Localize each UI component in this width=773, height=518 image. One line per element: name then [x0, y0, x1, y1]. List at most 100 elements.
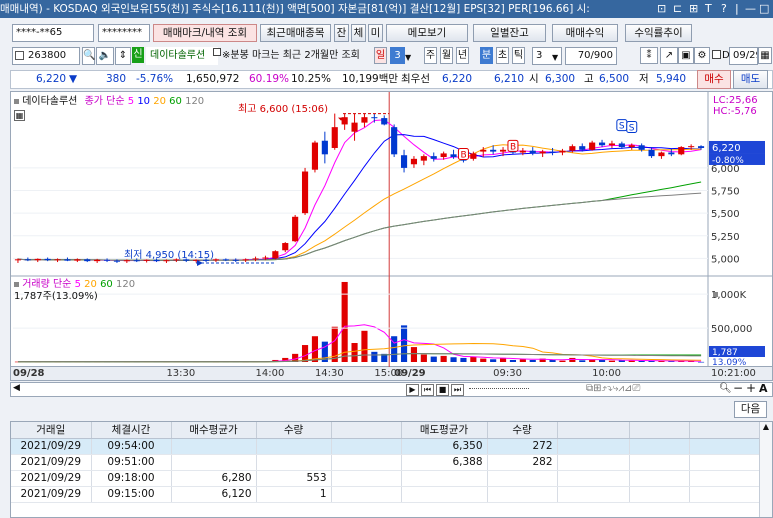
- recent-trades-button[interactable]: 최근매매종목: [260, 24, 331, 42]
- save-icon[interactable]: ▣: [678, 47, 694, 64]
- volume-sub-label: 1,787주(13.09%): [14, 291, 98, 302]
- turnover-rate: 10.25%: [291, 73, 332, 85]
- volume-value: 1,650,972: [186, 73, 240, 85]
- candle-body: [292, 216, 299, 242]
- candle-body: [272, 251, 279, 259]
- minimize-icon[interactable]: —: [745, 0, 756, 18]
- zoom-slider[interactable]: [469, 388, 529, 391]
- font-icon[interactable]: T: [705, 0, 712, 18]
- sell-button[interactable]: 매도: [733, 70, 768, 89]
- candle-body: [420, 156, 427, 161]
- search-icon[interactable]: 🔍: [82, 47, 95, 65]
- cell-empty: [689, 454, 762, 471]
- header-sell-avg[interactable]: 매도평균가: [401, 422, 488, 439]
- count-input[interactable]: 70/900: [565, 47, 617, 65]
- stock-name[interactable]: 데이타솔루션: [146, 47, 218, 65]
- scroll-arrows-icon[interactable]: ⇕: [115, 47, 131, 65]
- date-input[interactable]: 09/29: [729, 47, 758, 65]
- period-day-button[interactable]: 일: [374, 47, 387, 64]
- link-icon[interactable]: [213, 48, 221, 56]
- header-buy-avg[interactable]: 매수평균가: [171, 422, 257, 439]
- period-year-button[interactable]: 년: [456, 47, 469, 64]
- volume-ma-line-20: [18, 342, 702, 363]
- time-tick-label: 09:30: [493, 368, 522, 379]
- period-value[interactable]: 3: [390, 47, 405, 64]
- date-checkbox[interactable]: [712, 50, 721, 59]
- pin-icon[interactable]: ⊞: [689, 0, 698, 18]
- low-label: 저: [639, 73, 649, 85]
- return-trend-button[interactable]: 수익률추이: [625, 24, 692, 42]
- maximize-icon[interactable]: □: [759, 0, 769, 18]
- next-button[interactable]: 다음: [734, 401, 767, 418]
- speaker-icon[interactable]: 🔈: [96, 47, 114, 65]
- nav-stop-icon[interactable]: ■: [436, 384, 449, 396]
- window-icon[interactable]: ⊡: [657, 0, 666, 18]
- table-scrollbar[interactable]: ▲: [759, 422, 772, 517]
- legend-stock-name: 데이타솔루션: [22, 96, 78, 107]
- table-row[interactable]: 2021/09/29 09:18:00 6,280 553: [11, 470, 762, 487]
- price-chart[interactable]: 6,000 5,750 5,500 5,250 5,000 B B S S 6,220 -0.80%…: [10, 91, 773, 368]
- table-row[interactable]: 2021/09/29 09:15:00 6,120 1: [11, 486, 762, 503]
- unexecuted-button[interactable]: 미: [368, 24, 383, 42]
- candle-body: [648, 149, 655, 157]
- toolbar-row-1: ****-**65 ******** 매매마크/내역 조회 최근매매종목 잔 체…: [0, 22, 773, 44]
- account-select[interactable]: ****-**65: [12, 24, 94, 42]
- nav-last-icon[interactable]: ⏭: [451, 384, 464, 396]
- volume-legend-name: 거래량: [22, 279, 50, 290]
- open-price: 6,300: [545, 73, 576, 85]
- header-sell-qty[interactable]: 수량: [487, 422, 558, 439]
- zoom-in-icon[interactable]: +: [746, 381, 756, 395]
- executed-button[interactable]: 체: [351, 24, 366, 42]
- volume-bar: [628, 360, 635, 362]
- header-trade-date[interactable]: 거래일: [11, 422, 92, 439]
- volume-bar: [608, 360, 616, 362]
- chart-tools-icon[interactable]: ⁑: [640, 47, 658, 64]
- volume-legend: [713, 289, 718, 301]
- volume-legend-ma60: 60: [100, 279, 113, 290]
- period-minute-button[interactable]: 분: [480, 47, 493, 64]
- table-row[interactable]: 2021/09/29 09:54:00 6,350 272: [11, 438, 762, 455]
- font-size-icon[interactable]: A: [759, 382, 768, 395]
- period-tick-button[interactable]: 틱: [512, 47, 525, 64]
- scroll-left-icon[interactable]: ◀: [13, 383, 20, 393]
- candle-body: [569, 146, 576, 151]
- cell-sell-qty: [487, 470, 558, 487]
- buy-button[interactable]: 매수: [697, 70, 731, 89]
- cell-empty: [629, 470, 690, 487]
- candle-body: [678, 147, 685, 155]
- candle-body: [519, 150, 526, 153]
- chart-tools-icons[interactable]: ⧉⊞⤴⤵⤷⩘⊿⎚: [586, 383, 640, 394]
- candle-body: [450, 154, 457, 158]
- line-tool-icon[interactable]: ↗: [660, 47, 678, 64]
- zoom-out-icon[interactable]: −: [733, 381, 743, 395]
- calendar-icon[interactable]: ▦: [758, 47, 772, 64]
- cell-sell-avg: 6,350: [401, 438, 488, 455]
- tile-icon[interactable]: ⊏: [673, 0, 682, 18]
- help-icon[interactable]: ?: [721, 0, 727, 18]
- separator-icon: |: [735, 2, 739, 15]
- table-toggle-icon[interactable]: ▦: [14, 110, 25, 121]
- nav-next-icon[interactable]: ▶: [406, 384, 419, 396]
- cell-time: 09:54:00: [91, 438, 172, 455]
- period-second-button[interactable]: 초: [496, 47, 509, 64]
- interval-dropdown-icon[interactable]: ▼: [552, 49, 558, 66]
- table-row[interactable]: 2021/09/29 09:51:00 6,388 282: [11, 454, 762, 471]
- header-exec-time[interactable]: 체결시간: [91, 422, 172, 439]
- cell-sell-qty: 272: [487, 438, 558, 455]
- magnify-icon[interactable]: 🔍︎: [719, 383, 732, 394]
- period-dropdown-icon[interactable]: ▼: [405, 49, 411, 66]
- nav-first-icon[interactable]: ⏮: [421, 384, 434, 396]
- memo-button[interactable]: 메모보기: [386, 24, 468, 42]
- period-month-button[interactable]: 월: [440, 47, 453, 64]
- candle-body: [658, 152, 665, 157]
- trade-profit-button[interactable]: 매매수익: [552, 24, 618, 42]
- daily-balance-button[interactable]: 일별잔고: [473, 24, 546, 42]
- password-field[interactable]: ********: [98, 24, 150, 42]
- header-buy-qty[interactable]: 수량: [256, 422, 332, 439]
- trade-mark-button[interactable]: 매매마크/내역 조회: [153, 24, 257, 42]
- balance-button[interactable]: 잔: [334, 24, 349, 42]
- settings-gear-icon[interactable]: ⚙: [694, 47, 710, 64]
- code-input[interactable]: 263800: [12, 47, 80, 65]
- cell-date: 2021/09/29: [11, 486, 92, 503]
- period-week-button[interactable]: 주: [424, 47, 437, 64]
